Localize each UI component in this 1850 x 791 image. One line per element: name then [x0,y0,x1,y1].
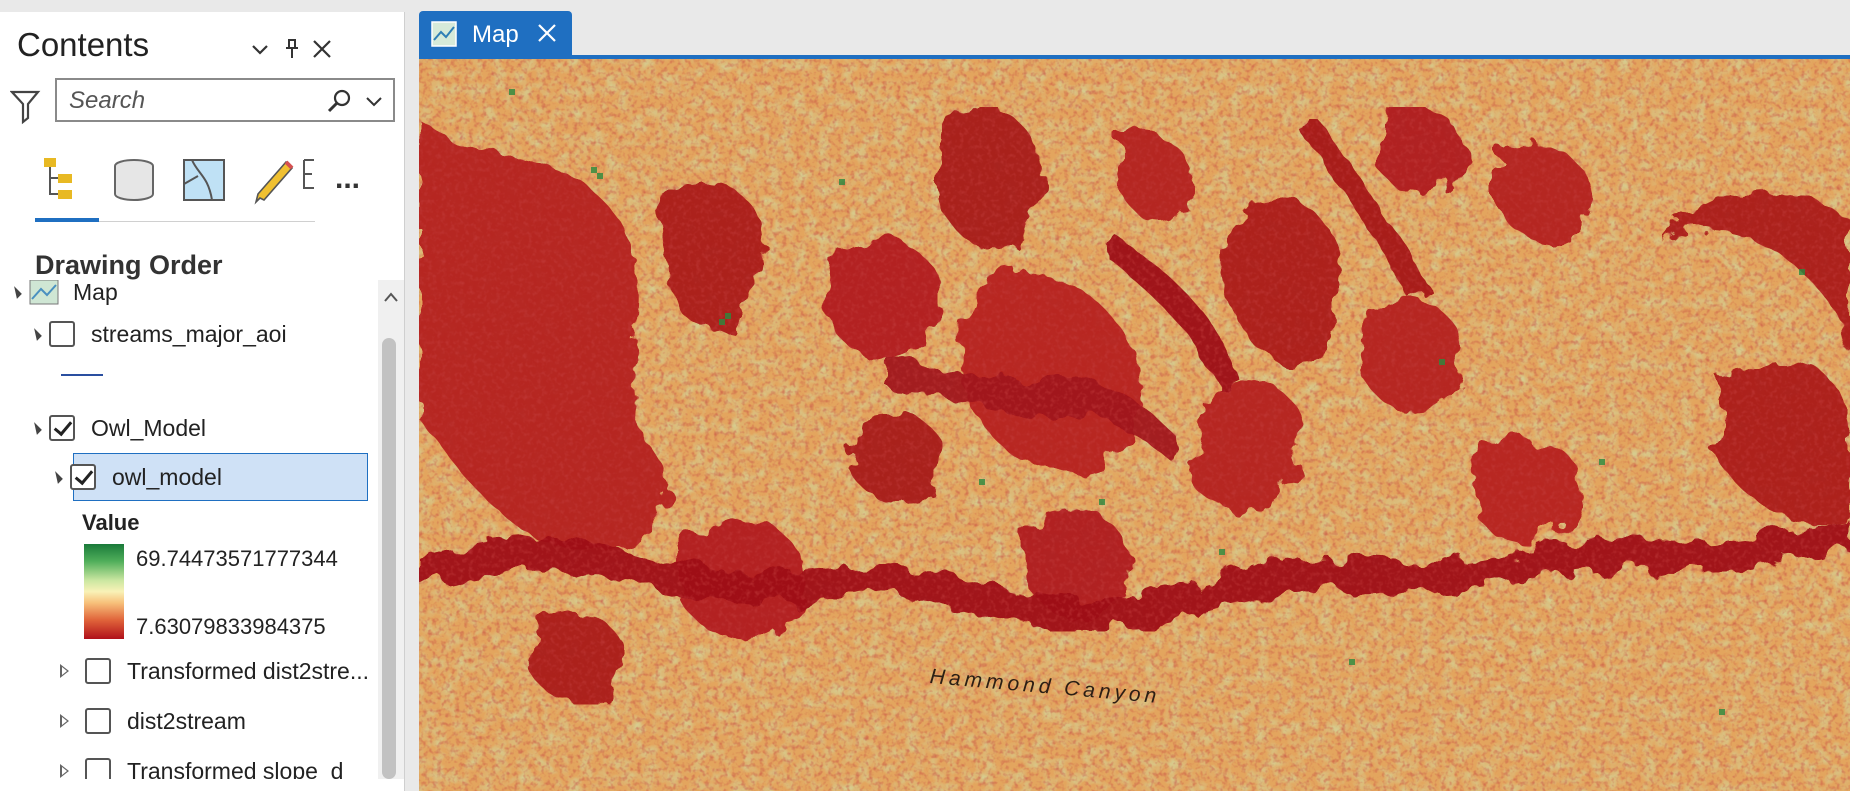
legend-high-value: 69.74473571777344 [136,546,338,571]
tree-label: dist2stream [127,707,246,734]
search-input[interactable] [67,86,311,116]
scroll-up-icon[interactable] [378,286,404,308]
search-icon[interactable] [325,87,353,115]
legend-color-ramp [84,544,124,639]
tree-row-layer[interactable]: streams_major_aoi [29,314,287,354]
legend-title: Value [82,510,140,535]
expand-triangle-icon[interactable] [50,470,63,484]
pin-icon[interactable] [277,34,307,64]
list-by-source-icon[interactable] [108,154,160,206]
layer-visibility-checkbox[interactable] [85,658,111,684]
collapse-triangle-icon[interactable] [60,764,69,778]
list-by-selection-icon[interactable] [178,154,230,206]
drawing-order-heading: Drawing Order [35,250,223,280]
tree-label-map: Map [73,280,118,305]
contents-title: Contents [17,26,150,63]
expand-triangle-icon[interactable] [29,327,42,341]
search-dropdown-icon[interactable] [363,90,385,112]
tab-map[interactable]: Map [419,11,572,55]
layer-visibility-checkbox[interactable] [85,758,111,779]
list-by-drawing-order-icon[interactable] [38,154,90,206]
tree-row-layer[interactable]: owl_model [50,457,222,497]
tree-row-map[interactable]: Map [9,280,118,312]
tree-row-layer[interactable]: Transformed slope_d [60,751,343,779]
tree-label: Transformed slope_d [127,757,344,780]
map-view[interactable]: Hammond Canyon [419,59,1850,791]
close-tab-icon[interactable] [533,19,561,47]
expand-triangle-icon[interactable] [9,285,22,299]
collapse-triangle-icon[interactable] [60,664,69,678]
map-icon [29,280,59,305]
tree-label: streams_major_aoi [91,320,287,347]
suitability-raster [419,59,1850,791]
tab-map-label: Map [472,21,519,48]
layer-visibility-checkbox[interactable] [49,321,75,347]
search-box[interactable] [55,78,395,122]
collapse-triangle-icon[interactable] [60,714,69,728]
tree-label: owl_model [112,463,222,490]
tree-row-group[interactable]: Owl_Model [29,408,207,448]
chevron-down-icon[interactable] [245,34,275,64]
layer-visibility-checkbox[interactable] [85,708,111,734]
stream-line-symbol [61,374,103,376]
layer-visibility-checkbox[interactable] [70,464,96,490]
legend-low-value: 7.63079833984375 [136,614,326,639]
layer-tree: Map streams_major_aoi Owl_Model owl_mode… [0,280,378,779]
tree-label: Owl_Model [91,414,207,441]
active-tab-indicator [35,218,99,222]
close-icon[interactable] [307,34,337,64]
tree-row-layer[interactable]: dist2stream [60,701,246,741]
layer-visibility-checkbox[interactable] [49,415,75,441]
tree-row-layer[interactable]: Transformed dist2stre... [60,651,369,691]
more-icon[interactable]: ... [335,162,387,214]
map-icon [431,21,457,47]
list-by-snapping-icon[interactable] [300,154,320,206]
list-by-editing-icon[interactable] [248,154,300,206]
filter-icon[interactable] [10,84,42,126]
expand-triangle-icon[interactable] [29,421,42,435]
scrollbar-thumb[interactable] [382,338,396,779]
tree-label: Transformed dist2stre... [127,657,370,684]
